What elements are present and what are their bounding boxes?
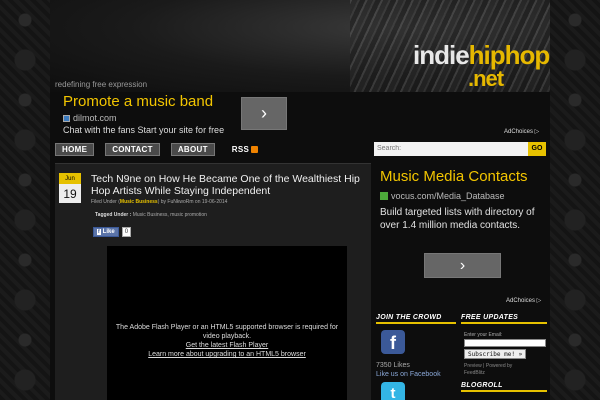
rss-icon bbox=[251, 146, 259, 153]
top-ad-title[interactable]: Promote a music band bbox=[63, 93, 213, 110]
top-ad-url[interactable]: dilmot.com bbox=[63, 113, 117, 123]
facebook-icon[interactable]: f bbox=[381, 330, 405, 354]
feed-preview-text[interactable]: Preview | Powered by bbox=[464, 363, 512, 369]
post-tags: Tagged Under : Music Business, music pro… bbox=[95, 212, 207, 218]
facebook-like-button[interactable]: f Like bbox=[93, 227, 119, 237]
html5-info-link[interactable]: Learn more about upgrading to an HTML5 b… bbox=[148, 351, 306, 358]
sidebar-adchoices[interactable]: AdChoices ▷ bbox=[506, 297, 541, 304]
nav-contact[interactable]: CONTACT bbox=[105, 143, 160, 156]
search-go-button[interactable]: GO bbox=[528, 141, 546, 156]
facebook-like-label: Like bbox=[102, 229, 115, 235]
free-updates-heading: FREE UPDATES bbox=[461, 314, 547, 324]
post-date-day: 19 bbox=[59, 184, 81, 203]
top-ad-arrow-button[interactable]: › bbox=[241, 97, 287, 130]
top-ad-url-text: dilmot.com bbox=[73, 113, 117, 123]
video-player[interactable]: The Adobe Flash Player or an HTML5 suppo… bbox=[107, 246, 347, 400]
sidebar-ad-title[interactable]: Music Media Contacts bbox=[380, 168, 528, 185]
facebook-likes-count: 7350 Likes bbox=[376, 362, 410, 369]
rss-label: RSS bbox=[231, 145, 250, 154]
search-bar: GO bbox=[374, 140, 548, 157]
facebook-page-link[interactable]: Like us on Facebook bbox=[376, 371, 441, 378]
post-meta-prefix: Filed Under ( bbox=[91, 199, 120, 205]
video-message: The Adobe Flash Player or an HTML5 suppo… bbox=[107, 323, 347, 359]
post-meta: Filed Under (Music Business) by FuNkwoRm… bbox=[91, 199, 227, 205]
blogroll-heading: BLOGROLL bbox=[461, 382, 547, 392]
twitter-icon[interactable]: t bbox=[381, 382, 405, 400]
favicon-icon bbox=[63, 114, 70, 122]
facebook-like-widget: f Like 0 bbox=[93, 227, 132, 237]
main-nav: HOME CONTACT ABOUT RSS bbox=[55, 143, 264, 157]
post-date-badge: Jun 19 bbox=[59, 173, 81, 203]
nav-about[interactable]: ABOUT bbox=[170, 143, 215, 156]
post-date-month: Jun bbox=[59, 173, 81, 184]
logo-indie: indie bbox=[413, 40, 470, 70]
sidebar-ad-description: Build targeted lists with directory of o… bbox=[380, 207, 535, 231]
site-tagline: redefining free expression bbox=[55, 80, 148, 89]
top-ad[interactable]: Promote a music band dilmot.com Chat wit… bbox=[58, 93, 546, 137]
post-meta-suffix: ) by FuNkwoRm on 19-06-2014 bbox=[157, 199, 228, 205]
sidebar-ad-url[interactable]: vocus.com/Media_Database bbox=[380, 191, 505, 201]
background-pattern-right bbox=[550, 0, 600, 400]
top-adchoices[interactable]: AdChoices ▷ bbox=[504, 128, 539, 135]
background-pattern-left bbox=[0, 0, 50, 400]
email-field[interactable] bbox=[464, 339, 546, 347]
chevron-right-icon: › bbox=[459, 256, 466, 274]
post-tags-list[interactable]: Music Business, music promotion bbox=[133, 212, 207, 218]
search-input[interactable] bbox=[374, 141, 528, 156]
facebook-icon: f bbox=[97, 229, 101, 235]
nav-home[interactable]: HOME bbox=[55, 143, 95, 156]
post-tags-label: Tagged Under : bbox=[95, 212, 132, 218]
facebook-like-count: 0 bbox=[121, 227, 132, 237]
subscribe-button[interactable]: Subscribe me! » bbox=[464, 349, 527, 359]
post-category-link[interactable]: Music Business bbox=[120, 199, 158, 205]
video-requirement-text: The Adobe Flash Player or an HTML5 suppo… bbox=[115, 324, 339, 340]
site-header: indiehiphop .net redefining free express… bbox=[50, 0, 550, 92]
feedblitz-label: FeedBlitz bbox=[464, 370, 485, 376]
sidebar-ad-arrow-button[interactable]: › bbox=[424, 253, 501, 278]
chevron-right-icon: › bbox=[261, 103, 267, 123]
email-label: Enter your Email: bbox=[464, 332, 503, 338]
favicon-icon bbox=[380, 192, 388, 200]
page-wrapper: indiehiphop .net redefining free express… bbox=[50, 0, 550, 400]
join-crowd-heading: JOIN THE CROWD bbox=[376, 314, 456, 324]
nav-rss[interactable]: RSS bbox=[226, 143, 264, 156]
sidebar-ad-url-text: vocus.com/Media_Database bbox=[391, 191, 505, 201]
post-title[interactable]: Tech N9ne on How He Became One of the We… bbox=[91, 173, 361, 197]
sidebar-ad[interactable]: Music Media Contacts vocus.com/Media_Dat… bbox=[374, 163, 548, 307]
top-ad-description: Chat with the fans Start your site for f… bbox=[63, 125, 225, 135]
site-logo[interactable]: indiehiphop .net bbox=[413, 40, 550, 91]
post-area: Jun 19 Tech N9ne on How He Became One of… bbox=[55, 163, 371, 400]
logo-net: .net bbox=[468, 66, 504, 91]
get-flash-link[interactable]: Get the latest Flash Player bbox=[186, 342, 268, 349]
